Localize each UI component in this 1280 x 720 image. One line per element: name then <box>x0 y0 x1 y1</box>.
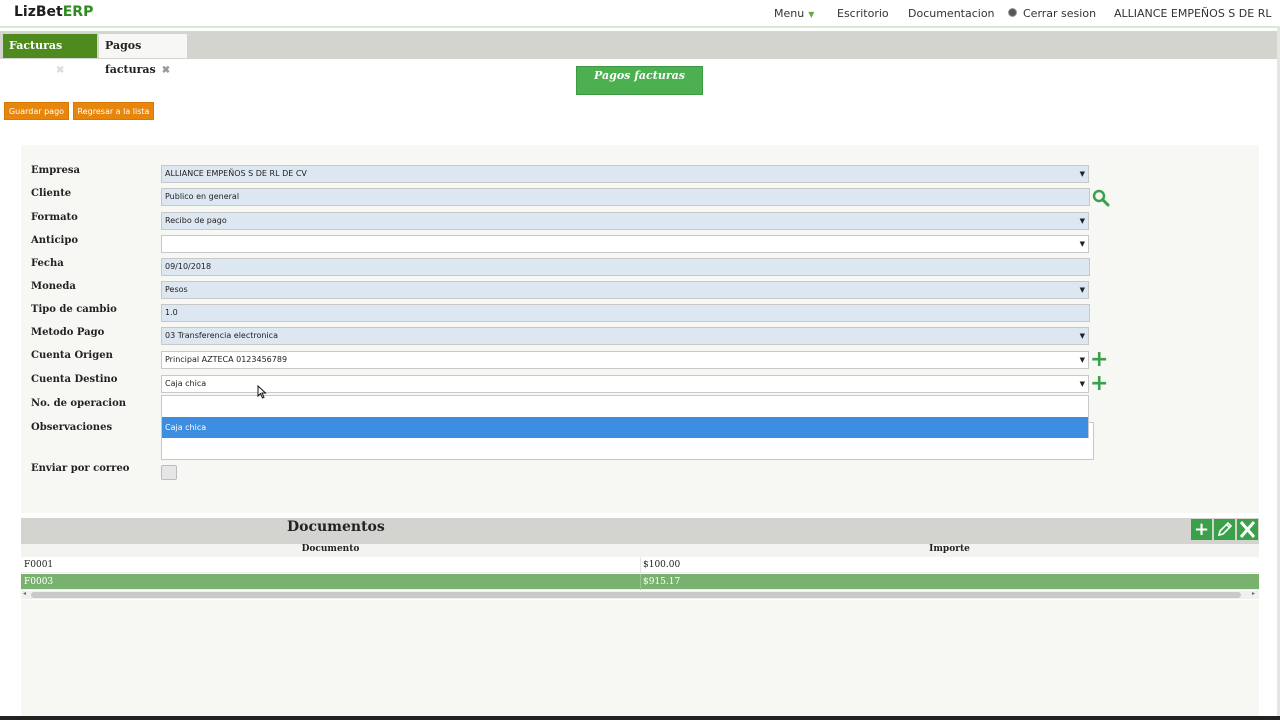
search-icon[interactable] <box>1092 189 1110 207</box>
column-divider <box>640 557 641 573</box>
mouse-cursor-icon <box>257 385 267 399</box>
dropdown-arrow-icon: ▼ <box>1079 170 1085 178</box>
close-icon <box>1239 521 1256 538</box>
column-divider <box>640 574 641 590</box>
table-row-selected[interactable]: F0003 $915.17 <box>21 574 1259 590</box>
scroll-left-icon[interactable]: ◂ <box>23 590 26 597</box>
no-operacion-label: No. de operacion <box>31 398 127 409</box>
formato-value: Recibo de pago <box>165 216 227 225</box>
tipo-cambio-field[interactable]: 1.0 <box>161 304 1090 322</box>
fecha-value: 09/10/2018 <box>165 262 212 271</box>
fecha-field[interactable]: 09/10/2018 <box>161 258 1090 276</box>
app-logo[interactable]: LizBetERP <box>14 4 93 20</box>
cliente-field[interactable]: Publico en general <box>161 188 1090 206</box>
cuenta-destino-label: Cuenta Destino <box>31 374 118 385</box>
horizontal-scrollbar[interactable]: ◂ ▸ <box>21 590 1259 599</box>
moneda-select[interactable]: Pesos ▼ <box>161 281 1089 299</box>
company-name: ALLIANCE EMPEÑOS S DE RL <box>1114 7 1272 20</box>
documento-cell: F0001 <box>24 560 54 570</box>
add-document-button[interactable]: + <box>1191 519 1212 540</box>
menu-label: Menu <box>774 7 805 20</box>
moneda-label: Moneda <box>31 281 76 292</box>
cuenta-destino-value: Caja chica <box>165 379 207 388</box>
cuenta-origen-select[interactable]: Principal AZTECA 0123456789 ▼ <box>161 351 1089 369</box>
tab-bar: Facturas Ventas ✖ Pagos facturas ✖ <box>0 31 1280 76</box>
dropdown-option[interactable]: Caja chica <box>162 417 1088 438</box>
tab-facturas-ventas[interactable]: Facturas Ventas ✖ <box>3 34 97 76</box>
anticipo-label: Anticipo <box>31 235 78 246</box>
close-icon[interactable]: ✖ <box>162 65 170 76</box>
tab-label: Pagos facturas <box>105 39 156 76</box>
table-row[interactable]: F0001 $100.00 <box>21 557 1259 573</box>
dropdown-arrow-icon: ▼ <box>1079 332 1085 340</box>
delete-document-button[interactable] <box>1237 519 1258 540</box>
chevron-down-icon: ▼ <box>808 10 815 19</box>
tipo-cambio-label: Tipo de cambio <box>31 304 117 315</box>
dropdown-arrow-icon: ▼ <box>1079 380 1085 388</box>
menu-link[interactable]: Menu ▼ <box>774 7 814 20</box>
dropdown-arrow-icon: ▼ <box>1079 356 1085 364</box>
dropdown-arrow-icon: ▼ <box>1079 240 1085 248</box>
logout-link[interactable]: Cerrar sesion <box>1008 7 1096 20</box>
scrollbar-thumb[interactable] <box>31 592 1241 598</box>
documento-cell: F0003 <box>24 577 54 587</box>
close-icon[interactable]: ✖ <box>56 65 64 76</box>
scroll-right-icon[interactable]: ▸ <box>1252 590 1255 597</box>
observaciones-label: Observaciones <box>31 422 113 433</box>
pencil-icon <box>1217 521 1233 537</box>
cliente-value: Publico en general <box>165 192 240 201</box>
back-to-list-button[interactable]: Regresar a la lista <box>73 102 154 120</box>
enviar-correo-label: Enviar por correo <box>31 463 130 474</box>
escritorio-link[interactable]: Escritorio <box>837 7 889 20</box>
empresa-select[interactable]: ALLIANCE EMPEÑOS S DE RL DE CV ▼ <box>161 165 1089 183</box>
logout-icon <box>1008 8 1017 17</box>
dropdown-arrow-icon: ▼ <box>1079 286 1085 294</box>
enviar-correo-checkbox[interactable] <box>161 465 177 480</box>
fecha-label: Fecha <box>31 258 64 269</box>
empresa-value: ALLIANCE EMPEÑOS S DE RL DE CV <box>165 169 307 178</box>
window-bottom-edge <box>0 716 1280 720</box>
cuenta-origen-label: Cuenta Origen <box>31 350 113 361</box>
metodo-pago-value: 03 Transferencia electronica <box>165 331 278 340</box>
importe-cell: $915.17 <box>643 577 681 587</box>
add-cuenta-destino-icon[interactable]: + <box>1090 373 1108 395</box>
brand-primary: LizBet <box>14 4 63 20</box>
logout-label: Cerrar sesion <box>1023 7 1097 20</box>
tab-pagos-facturas[interactable]: Pagos facturas ✖ <box>99 34 187 76</box>
formato-select[interactable]: Recibo de pago ▼ <box>161 212 1089 230</box>
tipo-cambio-value: 1.0 <box>165 308 178 317</box>
documentos-header <box>21 518 1259 544</box>
empresa-label: Empresa <box>31 165 80 176</box>
anticipo-select[interactable]: ▼ <box>161 235 1089 253</box>
importe-cell: $100.00 <box>643 560 681 570</box>
edit-document-button[interactable] <box>1214 519 1235 540</box>
add-cuenta-origen-icon[interactable]: + <box>1090 349 1108 371</box>
column-header-documento[interactable]: Documento <box>21 544 640 557</box>
header-divider <box>0 26 1280 28</box>
documentacion-link[interactable]: Documentacion <box>908 7 995 20</box>
metodo-pago-select[interactable]: 03 Transferencia electronica ▼ <box>161 327 1089 345</box>
metodo-pago-label: Metodo Pago <box>31 327 105 338</box>
documentos-title: Documentos <box>287 519 385 535</box>
cliente-label: Cliente <box>31 188 72 199</box>
column-header-importe[interactable]: Importe <box>640 544 1259 557</box>
brand-accent: ERP <box>62 4 94 20</box>
save-payment-button[interactable]: Guardar pago <box>4 102 69 120</box>
lower-panel <box>21 600 1259 716</box>
top-bar: LizBetERP Menu ▼ Escritorio Documentacion… <box>0 0 1280 27</box>
formato-label: Formato <box>31 212 78 223</box>
cuenta-destino-select[interactable]: Caja chica ▼ <box>161 375 1089 393</box>
tab-label: Facturas Ventas <box>9 39 63 76</box>
moneda-value: Pesos <box>165 285 188 294</box>
cuenta-origen-value: Principal AZTECA 0123456789 <box>165 355 288 364</box>
dropdown-arrow-icon: ▼ <box>1079 217 1085 225</box>
page-title: Pagos facturas <box>576 66 703 95</box>
cuenta-destino-dropdown: Caja chica <box>161 395 1089 438</box>
